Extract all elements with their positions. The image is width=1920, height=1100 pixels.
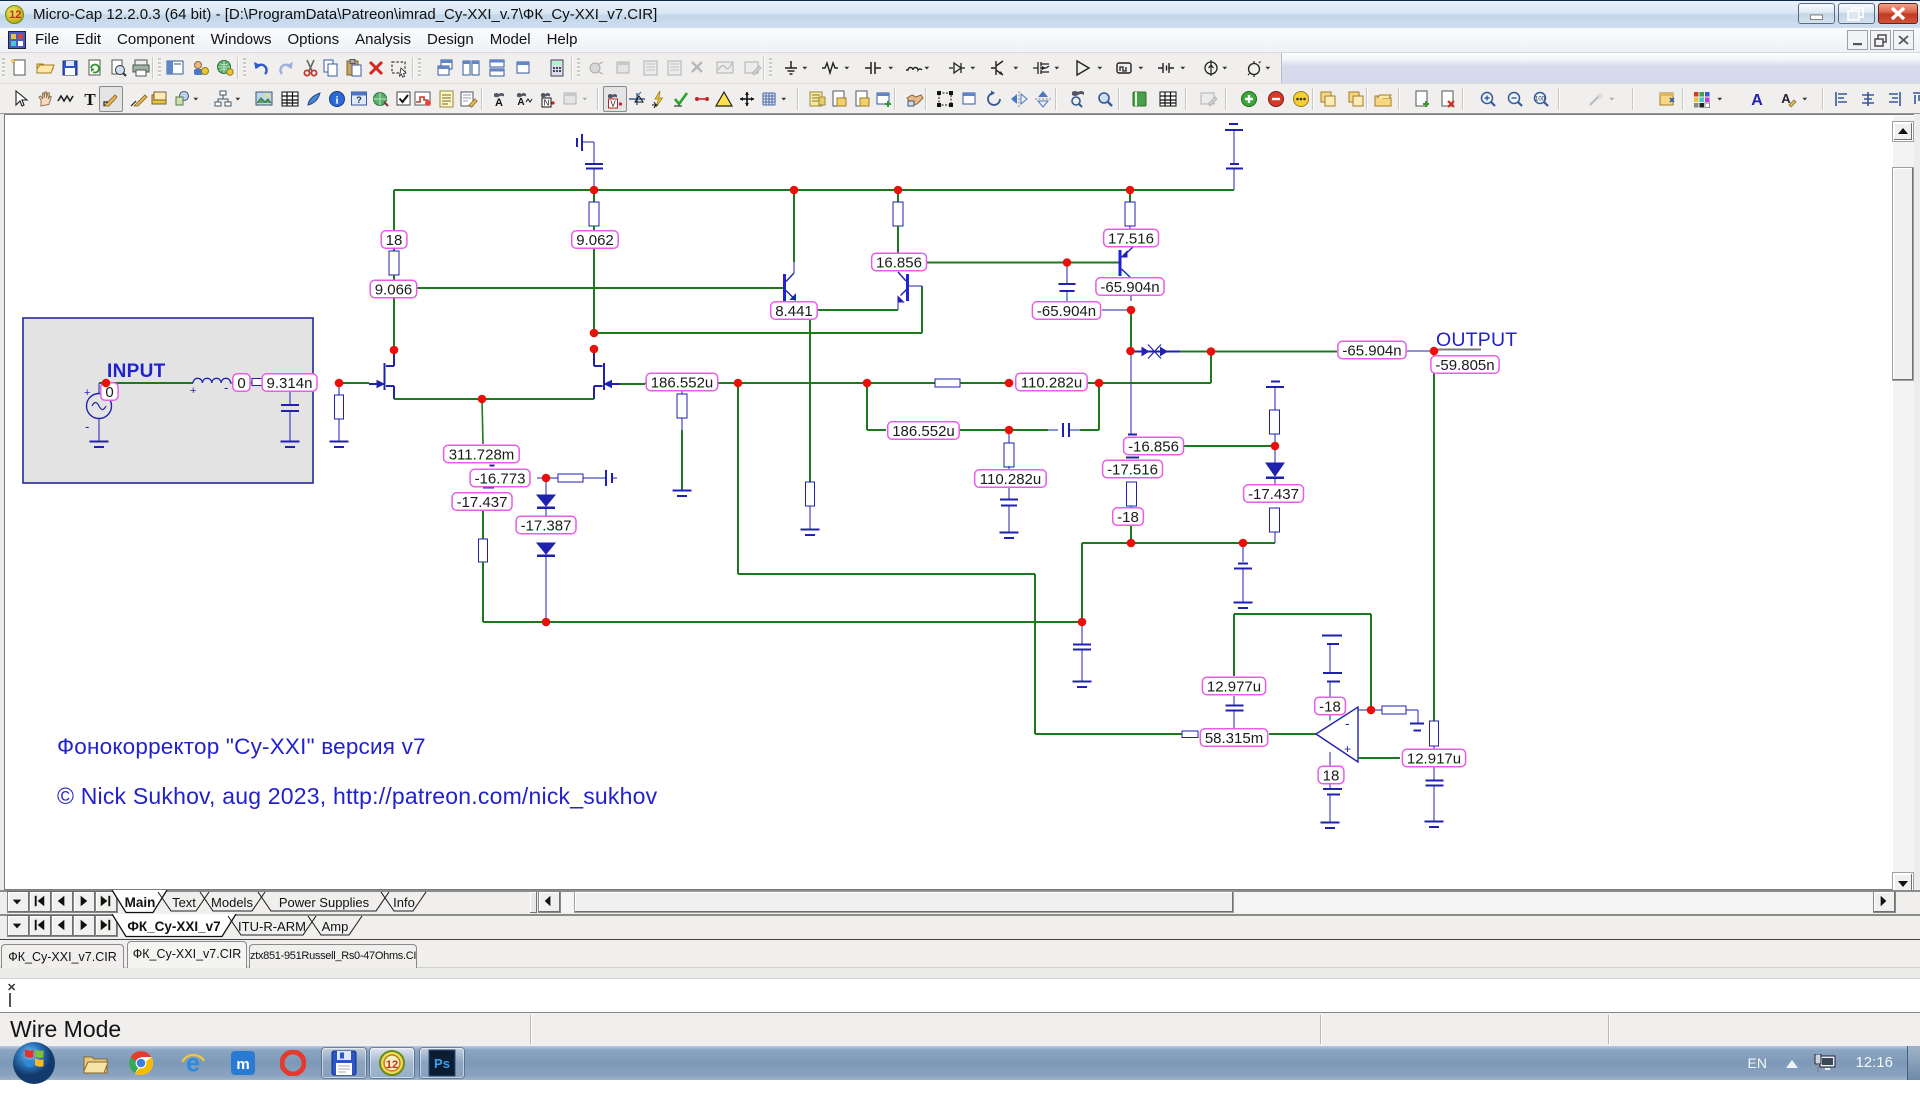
svg-text:ITU-R-ARM: ITU-R-ARM — [238, 919, 306, 934]
svg-text:T: T — [84, 90, 96, 109]
svg-text:?: ? — [356, 95, 362, 105]
svg-text:Amp: Amp — [322, 919, 349, 934]
svg-text:e: e — [186, 1050, 200, 1076]
svg-text:Ps: Ps — [434, 1056, 450, 1071]
svg-text:ФК_Cy-XXI_v7: ФК_Cy-XXI_v7 — [127, 919, 220, 934]
svg-text:Text: Text — [172, 895, 196, 910]
svg-text:A: A — [1751, 92, 1763, 109]
svg-text:A: A — [495, 97, 503, 109]
svg-text:100: 100 — [1535, 97, 1546, 103]
svg-text:N: N — [544, 99, 550, 108]
svg-text:12: 12 — [386, 1059, 398, 1071]
svg-text:m: m — [236, 1056, 249, 1073]
svg-text:Power Supplies: Power Supplies — [279, 895, 370, 910]
svg-text:A: A — [517, 97, 524, 108]
svg-text:V: V — [610, 100, 616, 109]
svg-text:Main: Main — [125, 895, 156, 910]
svg-text:Models: Models — [211, 895, 253, 910]
svg-text:Info: Info — [393, 895, 415, 910]
svg-text:i: i — [335, 95, 338, 107]
